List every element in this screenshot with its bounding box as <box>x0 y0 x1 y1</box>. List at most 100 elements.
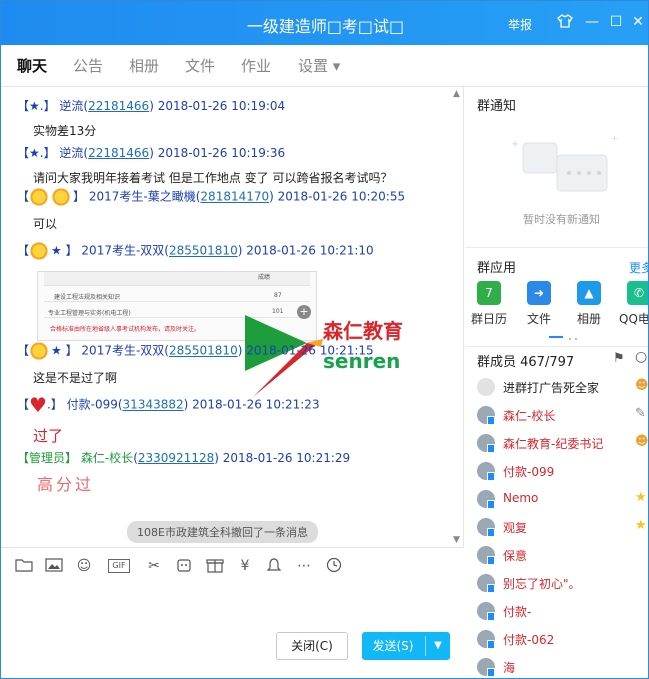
message-header: 【】 2017考生-葉之瞰機(281814170) 2018-01-26 10:… <box>17 187 405 207</box>
member-item[interactable]: 付款-099 <box>477 460 648 484</box>
member-title: 【管理员】 <box>17 451 78 465</box>
star-icon: ★ <box>635 490 647 505</box>
app-calendar[interactable]: 7 群日历 <box>469 281 509 327</box>
tab-album[interactable]: 相册 <box>129 55 159 76</box>
page-dot[interactable] <box>569 338 571 340</box>
app-phone[interactable]: ✆ QQ电话 <box>619 281 649 327</box>
sender-qq-link[interactable]: 281814170 <box>200 190 269 204</box>
sender-name[interactable]: 逆流 <box>59 146 83 160</box>
sender-name[interactable]: 2017考生-双双 <box>81 344 164 358</box>
bell-icon[interactable] <box>265 557 283 575</box>
scroll-up-icon[interactable]: ▲ <box>453 89 460 99</box>
recall-notice: 108E市政建筑全科撤回了一条消息 <box>127 521 318 543</box>
sender-qq-link[interactable]: 31343882 <box>123 398 184 412</box>
svg-text:+: + <box>611 134 618 143</box>
send-button[interactable]: 发送(S) ▼ <box>362 632 450 660</box>
sun-icon <box>29 341 50 361</box>
mobile-online-icon <box>487 472 495 481</box>
sender-name[interactable]: 逆流 <box>59 99 83 113</box>
close-window-button[interactable]: ✕ <box>629 13 647 31</box>
member-manage-icon[interactable]: ⚑ <box>613 351 625 366</box>
member-title-end: ★ 】 <box>51 343 78 358</box>
image-icon[interactable] <box>45 557 63 575</box>
notice-title[interactable]: 群通知 <box>477 95 516 114</box>
notice-empty-text: 暂时没有新通知 <box>523 213 600 226</box>
avatar[interactable] <box>477 378 495 396</box>
sender-name[interactable]: 2017考生-双双 <box>81 244 164 258</box>
mobile-online-icon <box>487 640 495 649</box>
maximize-button[interactable]: ☐ <box>607 13 625 31</box>
svg-text:+: + <box>511 139 519 150</box>
member-title: 【★.】 <box>17 99 56 113</box>
scroll-down-icon[interactable]: ▼ <box>453 535 460 545</box>
logo-chinese-text: 森仁教育 <box>323 319 403 343</box>
member-item[interactable]: 保意 <box>477 544 648 568</box>
app-files[interactable]: ➜ 文件 <box>519 281 559 327</box>
scissors-icon[interactable]: ✂ <box>145 557 163 575</box>
image-row-label: 建设工程法规及相关知识 <box>54 294 121 301</box>
search-icon[interactable]: ○ <box>635 349 647 365</box>
member-item[interactable]: 付款-062 <box>477 628 648 652</box>
shake-icon[interactable] <box>175 557 193 575</box>
member-item[interactable]: Nemo ★ <box>477 488 648 512</box>
image-row: 建设工程法规及相关知识 87 <box>44 288 310 302</box>
chat-message: 【管理员】 森仁-校长(2330921128) 2018-01-26 10:21… <box>17 449 350 466</box>
member-item[interactable]: 观复 ★ <box>477 516 648 540</box>
history-clock-icon[interactable] <box>325 557 343 575</box>
close-button[interactable]: 关闭(C) <box>276 632 348 660</box>
sender-name[interactable]: 森仁-校长 <box>81 451 133 465</box>
sender-qq-link[interactable]: 22181466 <box>88 146 149 160</box>
message-time: 2018-01-26 10:21:29 <box>222 451 351 465</box>
report-link[interactable]: 举报 <box>508 16 532 33</box>
sender-qq-link[interactable]: 2330921128 <box>138 451 214 465</box>
member-item[interactable]: 进群打广告死全家 ☻ <box>477 376 648 400</box>
member-item[interactable]: 付款- <box>477 600 648 624</box>
image-header-text: 成绩 <box>257 274 270 281</box>
page-dot[interactable] <box>575 338 577 340</box>
message-input[interactable] <box>1 583 464 678</box>
sender-name[interactable]: 付款-099 <box>67 398 118 412</box>
phone-icon: ✆ <box>627 281 648 305</box>
message-time: 2018-01-26 10:20:55 <box>277 189 406 204</box>
member-name: 观复 <box>503 521 528 535</box>
gift-icon[interactable] <box>206 557 224 575</box>
message-text: 过了 <box>33 427 64 445</box>
mobile-online-icon <box>487 556 495 565</box>
app-label: QQ电话 <box>619 312 649 326</box>
member-item[interactable]: 海 <box>477 656 648 678</box>
tab-files[interactable]: 文件 <box>185 55 215 76</box>
heart-icon: ♥ <box>29 393 47 417</box>
gif-icon[interactable]: GIF <box>108 559 130 573</box>
minimize-button[interactable]: — <box>583 13 601 31</box>
file-icon: ➜ <box>527 281 551 305</box>
sender-name[interactable]: 2017考生-葉之瞰機 <box>89 190 196 204</box>
album-icon: ▲ <box>577 281 601 305</box>
send-options-chevron-icon[interactable]: ▼ <box>428 632 448 660</box>
tab-settings[interactable]: 设置 ▾ <box>298 55 340 76</box>
tab-announcement[interactable]: 公告 <box>73 55 103 76</box>
member-title: 【 <box>17 343 30 358</box>
tab-homework[interactable]: 作业 <box>241 55 271 76</box>
member-title: 【★.】 <box>17 146 56 160</box>
edit-icon[interactable]: ✎ <box>635 406 646 421</box>
member-item[interactable]: 森仁教育-纪委书记 ☻ <box>477 432 648 456</box>
chat-message: 【★.】 逆流(22181466) 2018-01-26 10:19:36 请问… <box>17 144 392 186</box>
sender-qq-link[interactable]: 22181466 <box>88 99 149 113</box>
more-icon[interactable]: ⋯ <box>295 557 313 575</box>
red-packet-icon[interactable]: ¥ <box>236 557 254 575</box>
shirt-icon[interactable] <box>556 13 574 31</box>
folder-icon[interactable] <box>15 557 33 575</box>
member-item[interactable]: 森仁-校长 ✎ <box>477 404 648 428</box>
member-item[interactable]: 别忘了初心"。 <box>477 572 648 596</box>
sender-qq-link[interactable]: 285501810 <box>169 344 238 358</box>
app-album[interactable]: ▲ 相册 <box>569 281 609 327</box>
sender-qq-link[interactable]: 285501810 <box>169 244 238 258</box>
more-apps-link[interactable]: 更多 <box>629 259 648 276</box>
message-time: 2018-01-26 10:21:15 <box>246 343 374 358</box>
mobile-online-icon <box>487 500 495 509</box>
chat-history[interactable]: ▲ 【★.】 逆流(22181466) 2018-01-26 10:19:04 … <box>1 87 464 547</box>
emoji-icon[interactable]: ☺ <box>75 557 93 575</box>
mobile-online-icon <box>487 416 495 425</box>
member-name: 付款-099 <box>503 465 555 479</box>
tab-chat[interactable]: 聊天 <box>17 55 48 89</box>
